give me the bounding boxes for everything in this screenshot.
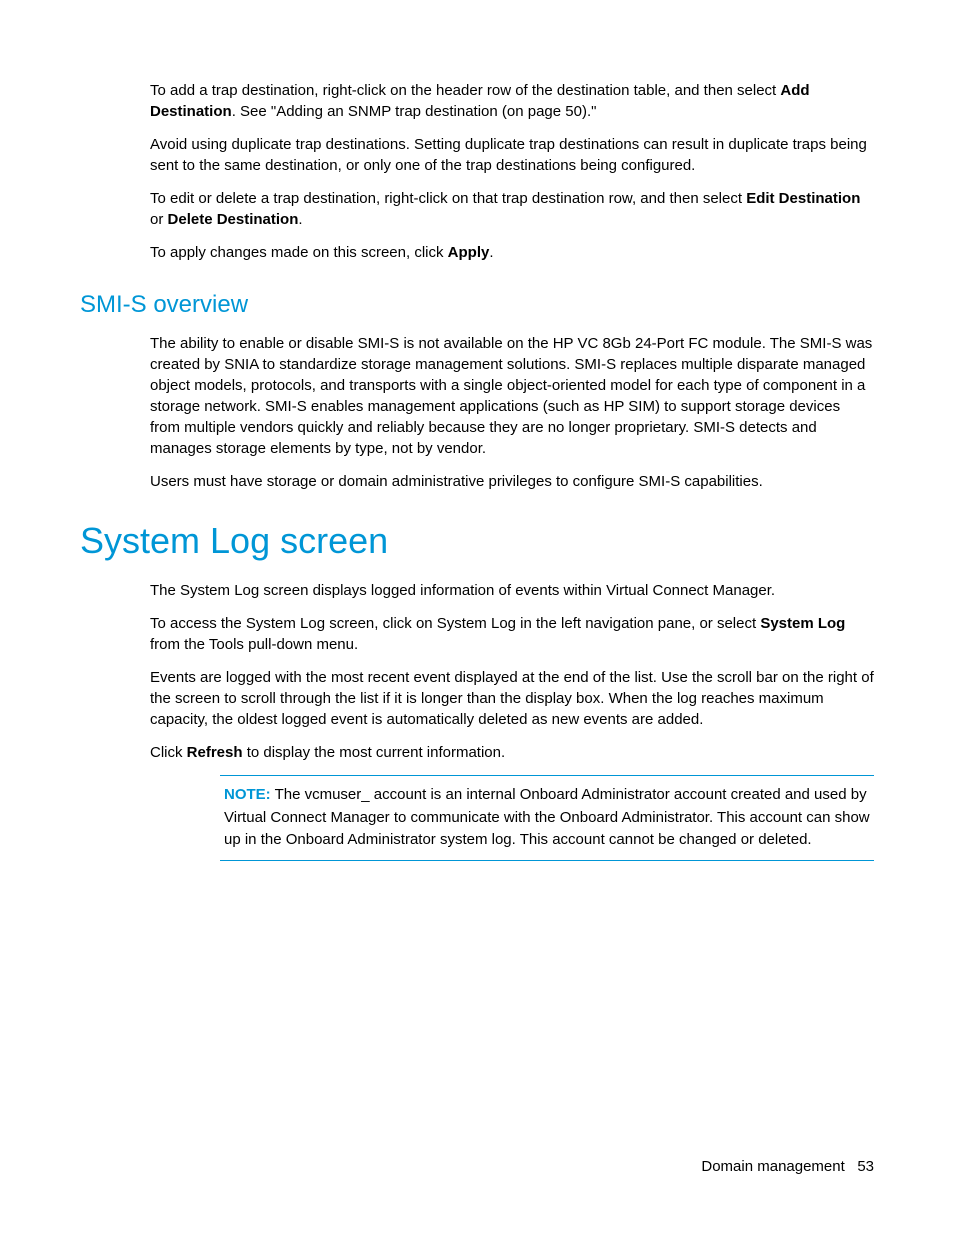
paragraph-syslog-events: Events are logged with the most recent e… (150, 667, 874, 730)
heading-system-log: System Log screen (80, 520, 874, 562)
paragraph-apply: To apply changes made on this screen, cl… (150, 242, 874, 263)
text: . (298, 211, 302, 228)
note-box: NOTE: The vcmuser_ account is an interna… (220, 775, 874, 861)
paragraph-add-destination: To add a trap destination, right-click o… (150, 80, 874, 122)
text: To add a trap destination, right-click o… (150, 82, 780, 99)
text: . See "Adding an SNMP trap destination (… (232, 103, 597, 120)
note-text: The vcmuser_ account is an internal Onbo… (224, 786, 870, 848)
text: . (489, 244, 493, 261)
footer-page: 53 (857, 1158, 874, 1175)
note-label: NOTE: (224, 786, 271, 803)
paragraph-avoid-duplicate: Avoid using duplicate trap destinations.… (150, 134, 874, 176)
paragraph-syslog-access: To access the System Log screen, click o… (150, 613, 874, 655)
heading-smis-overview: SMI-S overview (80, 291, 874, 319)
page-footer: Domain management 53 (701, 1158, 874, 1175)
text: Click (150, 744, 187, 761)
paragraph-syslog-intro: The System Log screen displays logged in… (150, 580, 874, 601)
bold-refresh: Refresh (187, 744, 243, 761)
bold-apply: Apply (448, 244, 490, 261)
paragraph-syslog-refresh: Click Refresh to display the most curren… (150, 742, 874, 763)
paragraph-edit-delete: To edit or delete a trap destination, ri… (150, 188, 874, 230)
footer-section: Domain management (701, 1158, 844, 1175)
page-content: To add a trap destination, right-click o… (80, 80, 874, 861)
bold-system-log: System Log (760, 615, 845, 632)
text: or (150, 211, 168, 228)
text: to display the most current information. (243, 744, 506, 761)
text: To access the System Log screen, click o… (150, 615, 760, 632)
text: To edit or delete a trap destination, ri… (150, 190, 746, 207)
paragraph-smis-priv: Users must have storage or domain admini… (150, 471, 874, 492)
paragraph-smis-desc: The ability to enable or disable SMI-S i… (150, 333, 874, 459)
text: To apply changes made on this screen, cl… (150, 244, 448, 261)
text: from the Tools pull-down menu. (150, 636, 358, 653)
bold-delete-destination: Delete Destination (168, 211, 299, 228)
bold-edit-destination: Edit Destination (746, 190, 860, 207)
